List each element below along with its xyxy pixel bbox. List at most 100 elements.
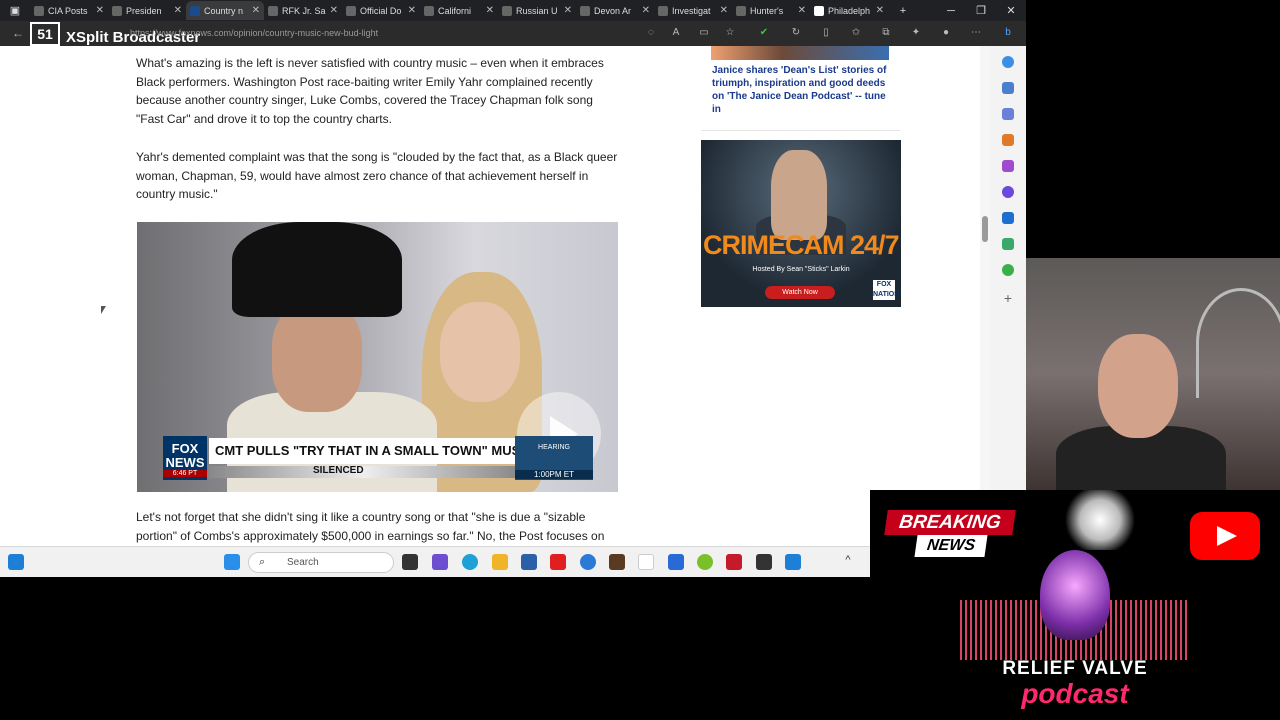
favicon-icon: [658, 5, 668, 16]
tab-strip: ▣ CIA Posts ✕ Presiden ✕ Country n ✕ RFK Jr…: [0, 0, 1026, 21]
subhead-bar: [209, 466, 519, 478]
article-paragraph: What's amazing is the left is never sati…: [136, 56, 604, 126]
tab-active[interactable]: Country n ✕: [186, 1, 264, 20]
split-screen-icon[interactable]: ▯: [820, 27, 832, 39]
games-icon[interactable]: [1002, 160, 1014, 172]
favorites-icon[interactable]: ✩: [850, 27, 862, 39]
chat-icon[interactable]: [432, 554, 448, 570]
read-aloud-icon[interactable]: A: [670, 27, 682, 39]
apps-icon[interactable]: [1002, 264, 1014, 276]
mcafee-icon[interactable]: [726, 554, 742, 570]
close-tab-icon[interactable]: ✕: [252, 5, 260, 16]
close-tab-icon[interactable]: ✕: [720, 5, 728, 16]
refresh-extension-icon[interactable]: ↻: [790, 27, 802, 39]
podcast-title: RELIEF VALVE: [1002, 658, 1148, 679]
podcast-subtitle: podcast: [1021, 678, 1129, 709]
close-tab-icon[interactable]: ✕: [564, 5, 572, 16]
close-tab-icon[interactable]: ✕: [798, 5, 806, 16]
start-icon[interactable]: [224, 554, 240, 570]
tab[interactable]: Californi ✕: [420, 1, 498, 20]
watch-now-button[interactable]: Watch Now: [765, 286, 835, 299]
search-sidebar-icon[interactable]: [1002, 82, 1014, 94]
amazon-icon[interactable]: [638, 554, 654, 570]
close-tab-icon[interactable]: ✕: [408, 5, 416, 16]
copilot-sidebar-icon[interactable]: [1002, 186, 1014, 198]
close-tab-icon[interactable]: ✕: [96, 5, 104, 16]
tab[interactable]: Devon Ar ✕: [576, 1, 654, 20]
drop-icon[interactable]: [1002, 238, 1014, 250]
fox-nation-logo: FOX NATION: [873, 280, 900, 300]
tab[interactable]: Russian U ✕: [498, 1, 576, 20]
tab-label: Presiden: [126, 5, 162, 16]
tab[interactable]: Philadelph ✕: [810, 1, 888, 20]
tab[interactable]: Official Do ✕: [342, 1, 420, 20]
shopping-icon[interactable]: [1002, 108, 1014, 120]
promo-link[interactable]: Janice shares 'Dean's List' stories of t…: [712, 64, 892, 116]
crimecam-ad[interactable]: CRIMECAM 24/7 Hosted By Sean "Sticks" La…: [701, 140, 901, 307]
address-bar[interactable]: https://www.foxnews.com/opinion/country-…: [130, 28, 378, 38]
page-scrollbar[interactable]: [980, 46, 990, 546]
extension-check-icon[interactable]: ✔: [758, 27, 770, 39]
bing-icon[interactable]: [1002, 56, 1014, 68]
wolf-icon[interactable]: [697, 554, 713, 570]
tracking-icon[interactable]: ◌: [645, 27, 657, 39]
profile-avatar-icon[interactable]: ●: [940, 27, 952, 39]
search-icon: ⌕: [259, 556, 266, 568]
tab[interactable]: Investigat ✕: [654, 1, 732, 20]
store-icon[interactable]: [521, 554, 537, 570]
new-tab-button[interactable]: +: [888, 5, 918, 17]
video-player[interactable]: FOX NEWS 6:46 PT CMT PULLS "TRY THAT IN …: [137, 222, 618, 492]
more-menu-icon[interactable]: ⋯: [970, 27, 982, 39]
screen: ▣ CIA Posts ✕ Presiden ✕ Country n ✕ RFK Jr…: [0, 0, 1280, 720]
collections-icon[interactable]: ⧉: [880, 27, 892, 39]
copilot-icon[interactable]: b: [1002, 27, 1014, 39]
bag-icon[interactable]: [668, 554, 684, 570]
messenger-icon[interactable]: [580, 554, 596, 570]
mouse-cursor-icon: [101, 306, 106, 314]
task-view-icon[interactable]: [402, 554, 418, 570]
microphone-icon: [1040, 550, 1110, 640]
cowboy-hat: [232, 222, 402, 317]
close-tab-icon[interactable]: ✕: [642, 5, 650, 16]
ad-host: [771, 150, 827, 240]
extensions-icon[interactable]: ✦: [910, 27, 922, 39]
browser-window: ▣ CIA Posts ✕ Presiden ✕ Country n ✕ RFK Jr…: [0, 0, 1026, 546]
close-tab-icon[interactable]: ✕: [174, 5, 182, 16]
windows-taskbar: ⌕ Search ^: [0, 546, 870, 577]
minimize-button[interactable]: ─: [936, 5, 966, 17]
tab[interactable]: Hunter's ✕: [732, 1, 810, 20]
close-tab-icon[interactable]: ✕: [330, 5, 338, 16]
tab[interactable]: RFK Jr. Sa ✕: [264, 1, 342, 20]
close-window-button[interactable]: ✕: [996, 4, 1026, 17]
tab-actions-icon[interactable]: ▣: [0, 4, 30, 17]
tab[interactable]: CIA Posts ✕: [30, 1, 108, 20]
app-available-icon[interactable]: ▭: [698, 27, 710, 39]
scroll-thumb[interactable]: [982, 216, 988, 242]
youtube-icon[interactable]: [550, 554, 566, 570]
taskbar-search[interactable]: ⌕ Search: [248, 552, 394, 573]
outlook-icon[interactable]: [1002, 212, 1014, 224]
lamp: [1196, 288, 1280, 398]
close-tab-icon[interactable]: ✕: [876, 5, 884, 16]
widgets-icon[interactable]: [8, 554, 24, 570]
tab[interactable]: Presiden ✕: [108, 1, 186, 20]
audio-app-icon[interactable]: [756, 554, 772, 570]
favorite-star-icon[interactable]: ☆: [724, 27, 736, 39]
podcast-promo-card[interactable]: Janice shares 'Dean's List' stories of t…: [701, 46, 900, 131]
article-paragraph: Let's not forget that she didn't sing it…: [136, 510, 605, 543]
edge-icon[interactable]: [462, 554, 478, 570]
article-page: What's amazing is the left is never sati…: [0, 46, 990, 546]
tray-chevron-icon[interactable]: ^: [840, 554, 856, 570]
tab-label: CIA Posts: [48, 5, 88, 16]
xsplit-taskbar-icon[interactable]: [785, 554, 801, 570]
restore-button[interactable]: ❐: [966, 4, 996, 17]
favicon-icon: [112, 5, 122, 16]
file-explorer-icon[interactable]: [492, 554, 508, 570]
tab-label: Country n: [204, 5, 244, 16]
back-arrow-icon[interactable]: ←: [12, 26, 24, 40]
close-tab-icon[interactable]: ✕: [486, 5, 494, 16]
tools-icon[interactable]: [1002, 134, 1014, 146]
add-sidebar-icon[interactable]: +: [1002, 291, 1014, 305]
tab-label: Devon Ar: [594, 5, 632, 16]
ups-icon[interactable]: [609, 554, 625, 570]
